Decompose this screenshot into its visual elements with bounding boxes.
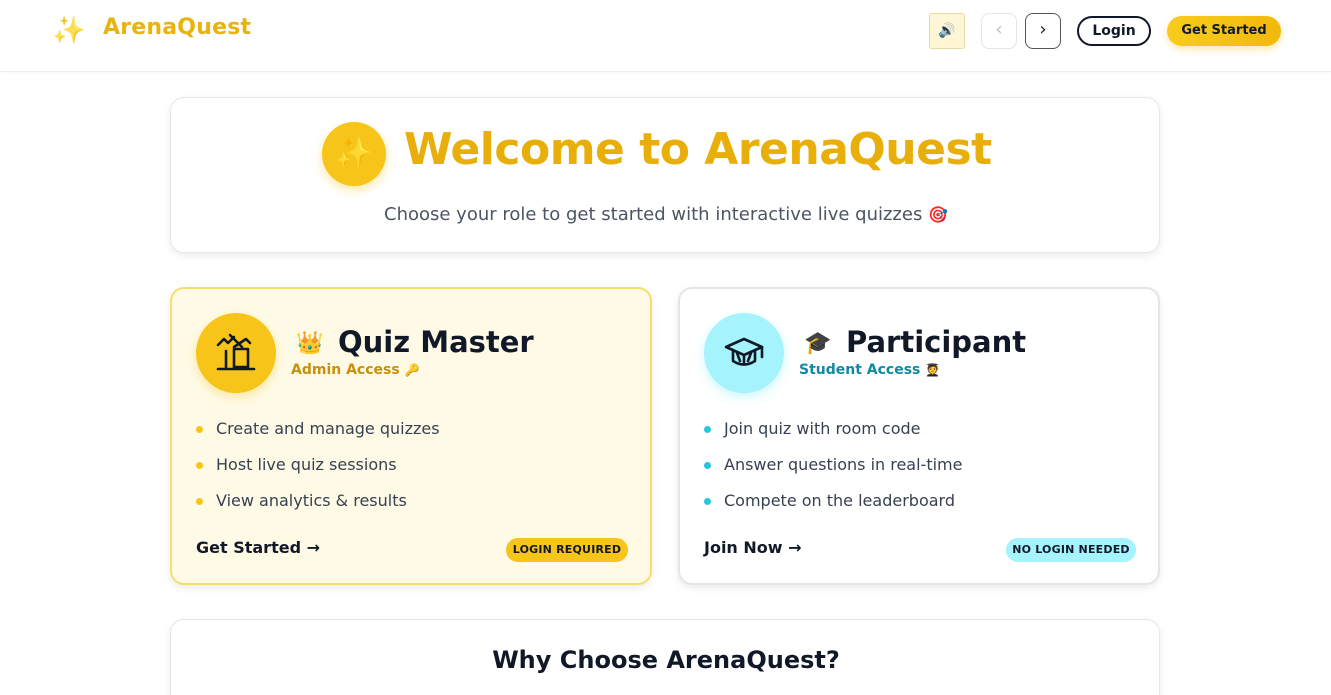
bullet-icon xyxy=(704,462,711,469)
login-required-badge: LOGIN REQUIRED xyxy=(506,538,628,562)
welcome-title: Welcome to ArenaQuest xyxy=(404,124,992,175)
construction-icon xyxy=(196,313,276,393)
quiz-master-card[interactable]: 👑 Quiz Master Admin Access 🔑 Create and … xyxy=(170,287,652,585)
previous-button[interactable]: ‹ xyxy=(981,13,1017,49)
feature-text: Host live quiz sessions xyxy=(216,455,397,474)
bullet-icon xyxy=(704,426,711,433)
feature-text: Answer questions in real-time xyxy=(724,455,963,474)
feature-text: View analytics & results xyxy=(216,491,407,510)
list-item: Answer questions in real-time xyxy=(704,453,962,489)
login-button[interactable]: Login xyxy=(1077,16,1151,46)
sparkles-icon: ✨ xyxy=(322,122,386,186)
next-button[interactable]: › xyxy=(1025,13,1061,49)
feature-list: Join quiz with room code Answer question… xyxy=(704,417,962,525)
feature-list: Create and manage quizzes Host live quiz… xyxy=(196,417,440,525)
section-title: Why Choose ArenaQuest? xyxy=(492,646,840,674)
role-access-label: Student Access 🧑‍🎓 xyxy=(799,362,940,378)
no-login-needed-badge: NO LOGIN NEEDED xyxy=(1006,538,1136,562)
bullet-icon xyxy=(196,462,203,469)
welcome-card: ✨ Welcome to ArenaQuest Choose your role… xyxy=(170,97,1160,253)
role-title: Quiz Master xyxy=(338,325,534,359)
role-title: Participant xyxy=(846,325,1027,359)
bullet-icon xyxy=(704,498,711,505)
sound-toggle-button[interactable]: 🔊 xyxy=(929,13,965,49)
list-item: Compete on the leaderboard xyxy=(704,489,962,525)
get-started-link[interactable]: Get Started → xyxy=(196,538,320,557)
graduation-cap-emoji-icon: 🎓 xyxy=(804,331,832,356)
graduation-cap-icon xyxy=(704,313,784,393)
target-icon: 🎯 xyxy=(928,205,948,224)
feature-text: Join quiz with room code xyxy=(724,419,921,438)
bullet-icon xyxy=(196,498,203,505)
sparkles-icon: ✨ xyxy=(52,15,86,46)
role-access-text: Student Access xyxy=(799,362,921,378)
why-choose-card: Why Choose ArenaQuest? xyxy=(170,619,1160,695)
student-icon: 🧑‍🎓 xyxy=(925,363,941,377)
join-now-link[interactable]: Join Now → xyxy=(704,538,802,557)
list-item: Create and manage quizzes xyxy=(196,417,440,453)
welcome-subtitle: Choose your role to get started with int… xyxy=(171,204,1161,225)
chevron-right-icon: › xyxy=(1039,19,1047,40)
participant-card[interactable]: 🎓 Participant Student Access 🧑‍🎓 Join qu… xyxy=(678,287,1160,585)
crown-icon: 👑 xyxy=(296,331,324,356)
feature-text: Create and manage quizzes xyxy=(216,419,440,438)
get-started-button[interactable]: Get Started xyxy=(1167,16,1281,46)
feature-text: Compete on the leaderboard xyxy=(724,491,955,510)
list-item: View analytics & results xyxy=(196,489,440,525)
speaker-icon: 🔊 xyxy=(938,23,956,39)
bullet-icon xyxy=(196,426,203,433)
logo-text[interactable]: ArenaQuest xyxy=(103,15,251,40)
list-item: Join quiz with room code xyxy=(704,417,962,453)
role-access-label: Admin Access 🔑 xyxy=(291,362,420,378)
top-navbar: ✨ ArenaQuest 🔊 ‹ › Login Get Started xyxy=(0,0,1331,72)
role-access-text: Admin Access xyxy=(291,362,400,378)
chevron-left-icon: ‹ xyxy=(995,19,1003,40)
key-icon: 🔑 xyxy=(404,363,420,377)
list-item: Host live quiz sessions xyxy=(196,453,440,489)
welcome-subtitle-text: Choose your role to get started with int… xyxy=(384,204,923,225)
